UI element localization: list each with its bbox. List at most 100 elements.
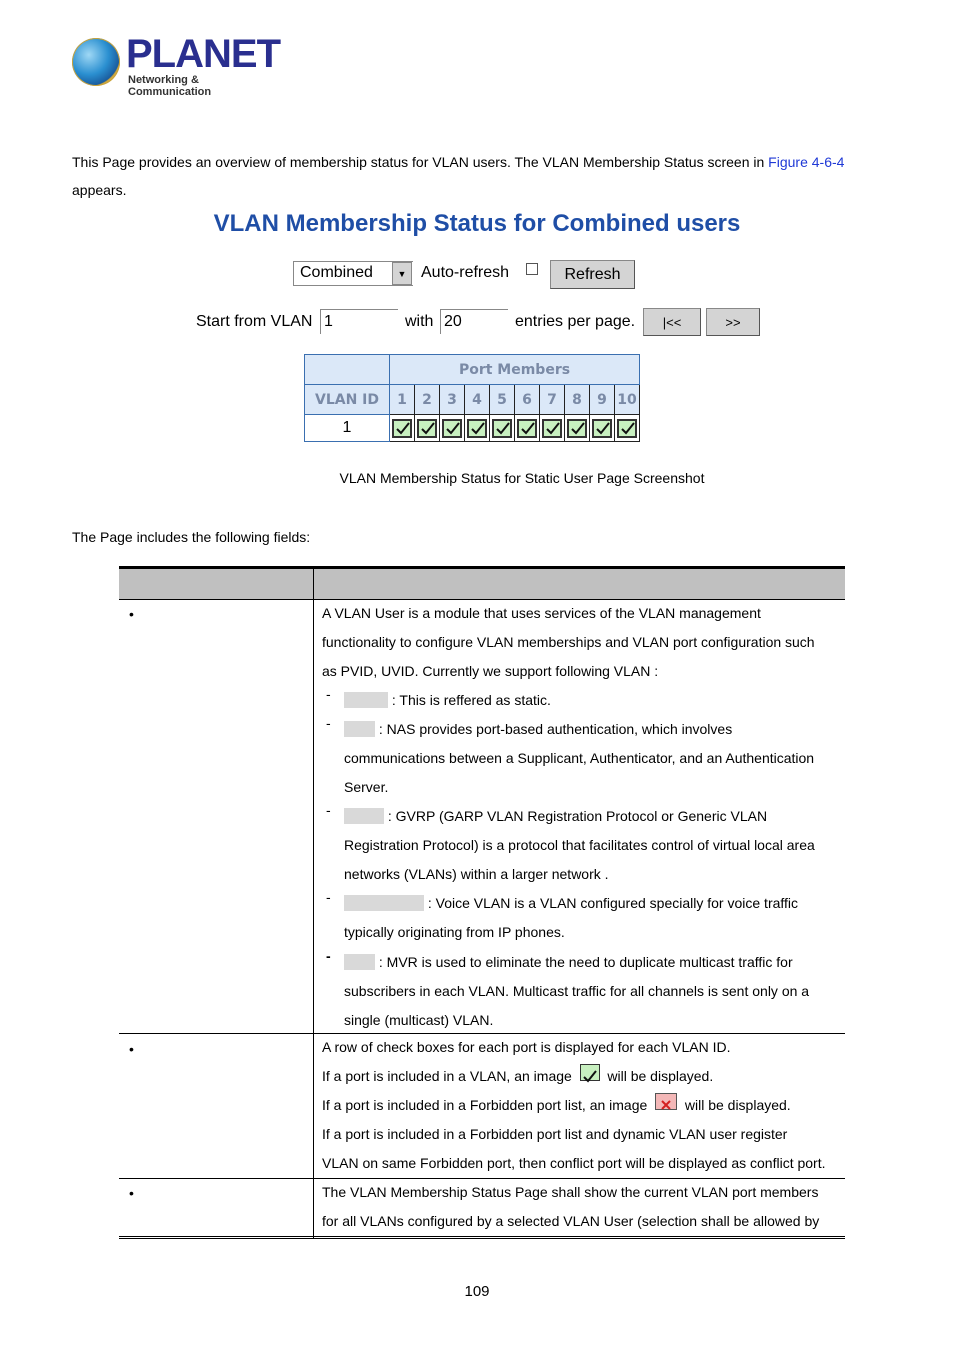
port-header-4: 4	[464, 384, 490, 415]
port-member-cell	[414, 414, 440, 442]
logo-wordmark: PLANET	[126, 32, 281, 76]
sub-line: subscribers in each VLAN. Multicast traf…	[344, 983, 810, 999]
start-vlan-input[interactable]: 1	[320, 309, 398, 334]
sub-line: : Voice VLAN is a VLAN configured specia…	[427, 895, 799, 911]
placeholder-nas	[344, 721, 375, 737]
sub-line: : This is reffered as static.	[391, 692, 551, 708]
member-check-icon	[392, 418, 412, 438]
desc-line: A row of check boxes for each port is di…	[322, 1039, 731, 1055]
desc-line: as PVID, UVID. Currently we support foll…	[322, 663, 659, 679]
next-page-button[interactable]: >>	[706, 308, 760, 336]
dash: -	[326, 948, 331, 964]
port-members-table: Port Members VLAN ID 1 2 3 4 5 6 7 8 9 10 1	[304, 354, 640, 442]
member-check-icon	[592, 418, 612, 438]
refresh-button[interactable]: Refresh	[550, 260, 635, 289]
row1-description: A VLAN User is a module that uses servic…	[322, 599, 842, 686]
port-header-10: 10	[614, 384, 640, 415]
with-label: with	[405, 313, 434, 330]
port-header-1: 1	[389, 384, 415, 415]
globe-icon	[72, 38, 120, 86]
port-member-cell	[589, 414, 615, 442]
figure-caption: VLAN Membership Status for Static User P…	[339, 470, 705, 486]
desc-line-member: If a port is included in a VLAN, an imag…	[322, 1062, 842, 1091]
port-header-3: 3	[439, 384, 465, 415]
dash: -	[326, 889, 331, 905]
placeholder-gvrp	[344, 808, 384, 824]
member-check-icon	[517, 418, 537, 438]
sub-line: : NAS provides port-based authentication…	[378, 721, 733, 737]
placeholder-mvr	[344, 954, 375, 970]
row3-bullet: •	[129, 1185, 134, 1201]
placeholder-voice-vlan	[344, 895, 424, 911]
fields-table: • A VLAN User is a module that uses serv…	[119, 566, 845, 1246]
port-member-cell	[539, 414, 565, 442]
sub-line: communications between a Supplicant, Aut…	[344, 750, 815, 766]
sub-line: typically originating from IP phones.	[344, 924, 565, 940]
planet-logo: PLANET Networking & Communication	[72, 32, 281, 98]
port-member-cell	[514, 414, 540, 442]
intro-paragraph: This Page provides an overview of member…	[72, 148, 892, 204]
port-member-cell	[564, 414, 590, 442]
sub-line: : MVR is used to eliminate the need to d…	[378, 954, 793, 970]
desc-line: for all VLANs configured by a selected V…	[322, 1213, 820, 1229]
fields-intro: The Page includes the following fields:	[72, 529, 311, 545]
sub-line: : GVRP (GARP VLAN Registration Protocol …	[387, 808, 768, 824]
screenshot-title: VLAN Membership Status for Combined user…	[213, 210, 741, 237]
dropdown-arrow-icon[interactable]: ▼	[392, 262, 412, 285]
row3-description: The VLAN Membership Status Page shall sh…	[322, 1178, 842, 1236]
dash: -	[326, 686, 331, 702]
sub-line: single (multicast) VLAN.	[344, 1012, 494, 1028]
member-check-icon	[492, 418, 512, 438]
desc-text: will be displayed.	[684, 1097, 791, 1113]
figure-link[interactable]: Figure 4-6-4	[768, 154, 844, 170]
member-check-icon	[542, 418, 562, 438]
member-check-icon	[579, 1064, 600, 1083]
entries-per-page-input[interactable]: 20	[440, 309, 508, 334]
port-header-8: 8	[564, 384, 590, 415]
intro-text: This Page provides an overview of member…	[72, 154, 769, 170]
entries-per-page-label: entries per page.	[515, 313, 636, 330]
port-header-5: 5	[489, 384, 515, 415]
port-header-7: 7	[539, 384, 565, 415]
auto-refresh-label: Auto-refresh	[421, 264, 510, 281]
port-member-cell	[489, 414, 515, 442]
desc-line: A VLAN User is a module that uses servic…	[322, 605, 761, 621]
member-check-icon	[467, 418, 487, 438]
vlan-id-header: VLAN ID	[304, 384, 390, 415]
forbidden-x-icon	[655, 1093, 678, 1110]
page-number: 109	[464, 1283, 490, 1300]
desc-line: VLAN on same Forbidden port, then confli…	[322, 1155, 826, 1171]
port-header-6: 6	[514, 384, 540, 415]
table-header-row	[119, 569, 845, 600]
dash: -	[326, 802, 331, 818]
intro-text-end: appears.	[72, 182, 127, 198]
port-member-cell	[614, 414, 640, 442]
sub-line: Server.	[344, 779, 389, 795]
row1-bullet: •	[129, 606, 134, 622]
dash: -	[326, 715, 331, 731]
row2-description: A row of check boxes for each port is di…	[322, 1033, 842, 1178]
auto-refresh-checkbox[interactable]	[526, 263, 538, 275]
desc-text: If a port is included in a VLAN, an imag…	[322, 1068, 572, 1084]
member-check-icon	[567, 418, 587, 438]
desc-text: will be displayed.	[607, 1068, 714, 1084]
port-member-cell	[389, 414, 415, 442]
vlan-id-cell: 1	[304, 414, 390, 442]
desc-line: functionality to configure VLAN membersh…	[322, 634, 815, 650]
desc-line-forbidden: If a port is included in a Forbidden por…	[322, 1091, 842, 1120]
row2-bullet: •	[129, 1041, 134, 1057]
placeholder-static	[344, 692, 388, 708]
first-page-button[interactable]: |<<	[643, 308, 701, 336]
start-vlan-label: Start from VLAN	[196, 313, 313, 330]
port-member-cell	[464, 414, 490, 442]
port-members-header: Port Members	[389, 354, 640, 385]
logo-tagline: Networking & Communication	[128, 74, 212, 98]
table-bottom-border	[119, 1236, 845, 1239]
port-header-9: 9	[589, 384, 615, 415]
port-member-cell	[439, 414, 465, 442]
sub-line: Registration Protocol) is a protocol tha…	[344, 837, 815, 853]
desc-line: The VLAN Membership Status Page shall sh…	[322, 1184, 819, 1200]
empty-header-cell	[304, 354, 390, 385]
member-check-icon	[617, 418, 637, 438]
desc-text: If a port is included in a Forbidden por…	[322, 1097, 648, 1113]
